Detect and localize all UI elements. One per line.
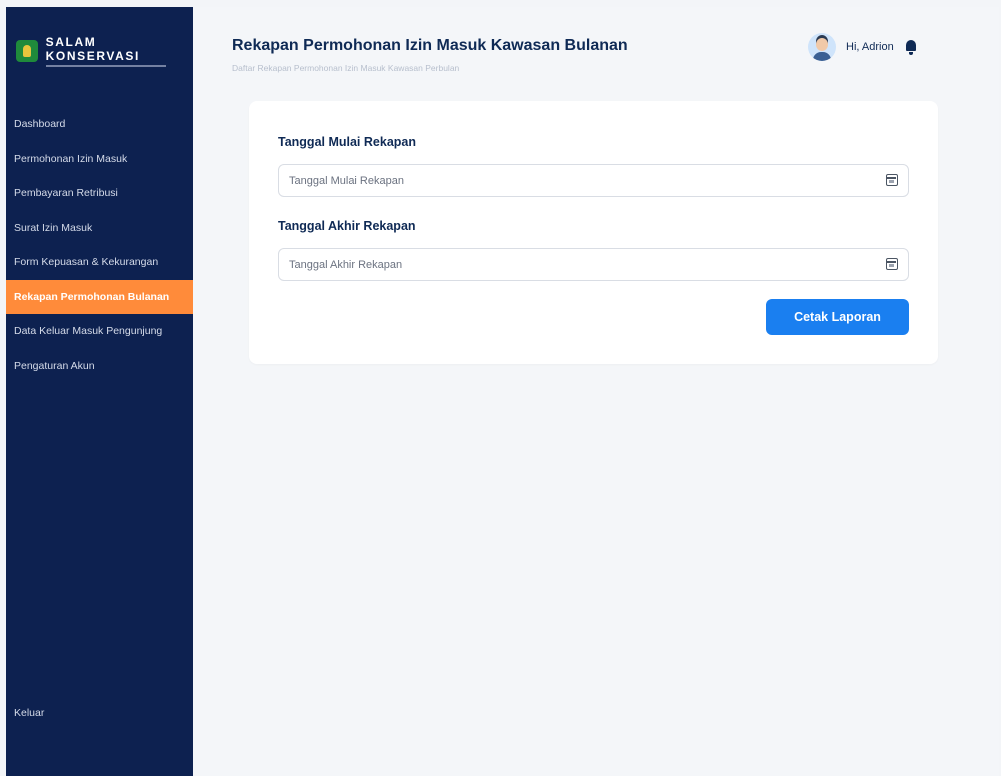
sidebar-item-data-keluar-masuk[interactable]: Data Keluar Masuk Pengunjung [6, 314, 193, 349]
bell-icon[interactable] [904, 39, 918, 55]
brand[interactable]: SALAM KONSERVASI [16, 35, 193, 67]
sidebar-item-pengaturan-akun[interactable]: Pengaturan Akun [6, 349, 193, 384]
start-date-field[interactable] [278, 164, 909, 197]
user-menu[interactable]: Hi, Adrion [808, 33, 918, 61]
start-date-label: Tanggal Mulai Rekapan [278, 135, 416, 149]
print-report-button[interactable]: Cetak Laporan [766, 299, 909, 335]
logo-icon [16, 40, 38, 62]
app-frame: SALAM KONSERVASI Dashboard Permohonan Iz… [6, 7, 999, 776]
start-date-input[interactable] [289, 174, 869, 187]
sidebar: SALAM KONSERVASI Dashboard Permohonan Iz… [6, 7, 193, 776]
sidebar-menu: Dashboard Permohonan Izin Masuk Pembayar… [6, 107, 193, 383]
brand-text: SALAM KONSERVASI [45, 35, 193, 67]
sidebar-item-form-kepuasan[interactable]: Form Kepuasan & Kekurangan [6, 245, 193, 280]
user-greeting[interactable]: Hi, Adrion [846, 41, 894, 53]
end-date-input[interactable] [289, 258, 869, 271]
sidebar-item-rekapan-permohonan-bulanan[interactable]: Rekapan Permohonan Bulanan [6, 279, 193, 314]
calendar-icon[interactable] [886, 174, 898, 186]
page-subtitle: Daftar Rekapan Permohonan Izin Masuk Kaw… [232, 63, 460, 73]
sidebar-item-permohonan-izin-masuk[interactable]: Permohonan Izin Masuk [6, 142, 193, 177]
brand-tagline-graphic [45, 65, 166, 67]
sidebar-item-surat-izin-masuk[interactable]: Surat Izin Masuk [6, 211, 193, 246]
page-title: Rekapan Permohonan Izin Masuk Kawasan Bu… [232, 37, 628, 54]
calendar-icon[interactable] [886, 258, 898, 270]
end-date-field[interactable] [278, 248, 909, 281]
logout-link[interactable]: Keluar [14, 707, 44, 719]
sidebar-item-dashboard[interactable]: Dashboard [6, 107, 193, 142]
end-date-label: Tanggal Akhir Rekapan [278, 219, 416, 233]
report-form-card: Tanggal Mulai Rekapan Tanggal Akhir Reka… [249, 101, 938, 364]
avatar[interactable] [808, 33, 836, 61]
sidebar-item-pembayaran-retribusi[interactable]: Pembayaran Retribusi [6, 176, 193, 211]
brand-name: SALAM KONSERVASI [45, 35, 140, 63]
